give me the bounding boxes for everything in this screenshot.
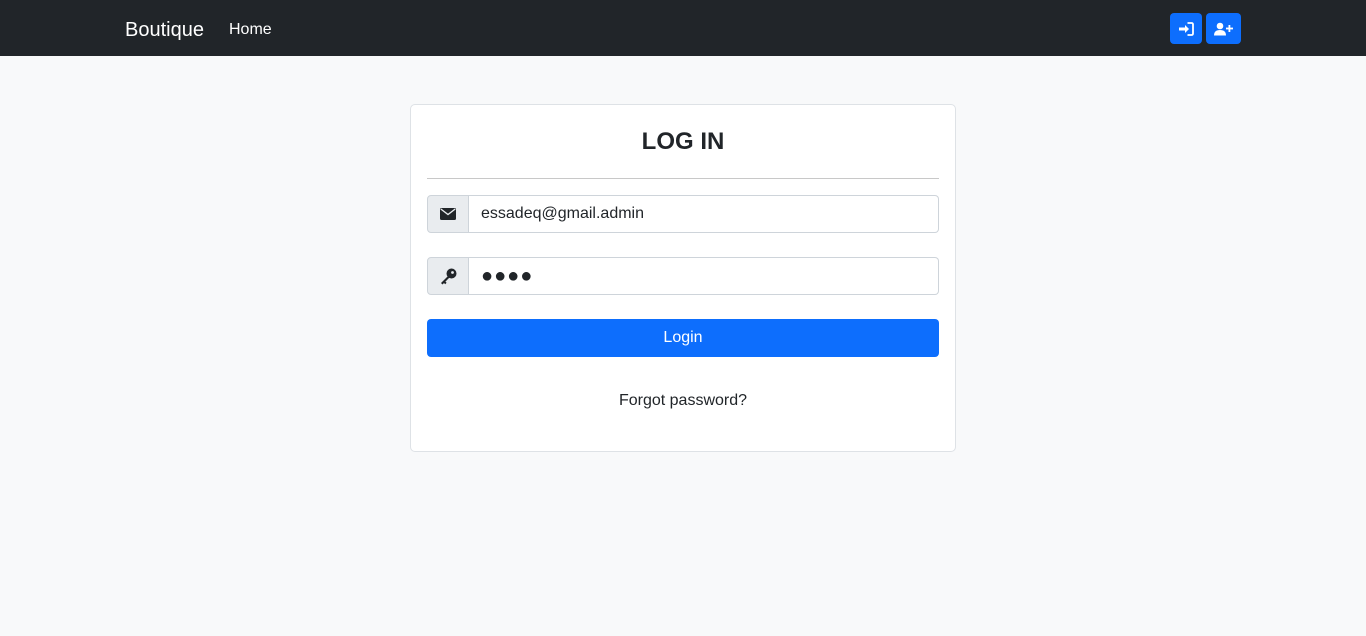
login-title: LOG IN bbox=[641, 128, 725, 155]
envelope-icon bbox=[440, 208, 456, 220]
brand-logo[interactable]: Boutique bbox=[125, 16, 204, 44]
title-divider bbox=[427, 178, 939, 179]
top-navbar: Boutique Home bbox=[0, 0, 1366, 56]
key-icon bbox=[440, 268, 456, 284]
register-nav-button[interactable] bbox=[1206, 13, 1241, 44]
sign-in-icon bbox=[1179, 21, 1194, 36]
login-card: LOG IN Login Forgot password? bbox=[410, 104, 956, 452]
user-plus-icon bbox=[1214, 22, 1233, 35]
password-field[interactable] bbox=[469, 257, 939, 295]
login-button[interactable]: Login bbox=[427, 319, 939, 357]
email-field[interactable] bbox=[469, 195, 939, 233]
login-nav-button[interactable] bbox=[1170, 13, 1202, 44]
password-addon bbox=[427, 257, 469, 295]
email-addon bbox=[427, 195, 469, 233]
nav-link-home[interactable]: Home bbox=[229, 18, 272, 42]
password-input-group bbox=[427, 257, 939, 295]
email-input-group bbox=[427, 195, 939, 233]
forgot-password-link[interactable]: Forgot password? bbox=[411, 391, 955, 411]
